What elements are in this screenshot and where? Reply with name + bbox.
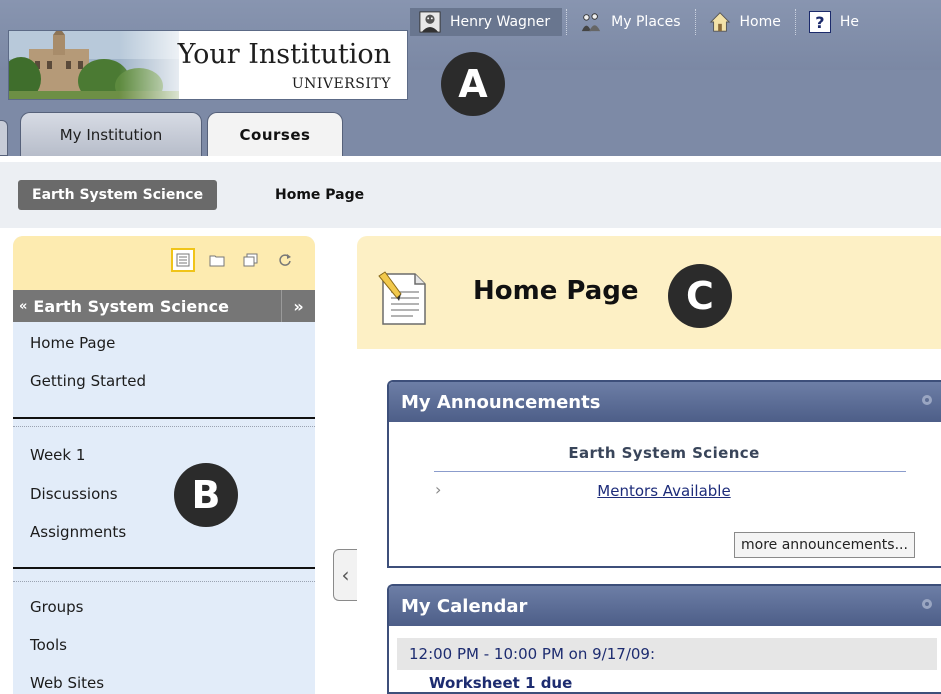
calendar-header: My Calendar — [389, 586, 941, 626]
menu-item-home-page[interactable]: Home Page — [30, 334, 115, 352]
gear-icon[interactable] — [919, 392, 935, 408]
tab-courses[interactable]: Courses — [207, 112, 343, 156]
menu-item-groups[interactable]: Groups — [30, 598, 83, 616]
menu-divider — [13, 417, 315, 419]
collapse-menu-icon[interactable]: « — [19, 299, 27, 314]
menu-item-week-1[interactable]: Week 1 — [30, 446, 85, 464]
callout-c: C — [668, 264, 732, 328]
chevron-left-icon: ‹ — [341, 563, 350, 587]
gear-icon[interactable] — [919, 596, 935, 612]
announcement-course-name: Earth System Science — [568, 444, 760, 462]
institution-name: Your Institution — [177, 39, 391, 70]
folder-view-icon[interactable] — [205, 248, 229, 272]
nav-separator — [566, 9, 568, 35]
tab-stub — [0, 120, 8, 156]
calendar-title: My Calendar — [401, 595, 528, 617]
menu-dotted-divider — [13, 581, 315, 582]
course-menu: « Earth System Science » Home Page Getti… — [13, 236, 315, 694]
page-title: Home Page — [473, 276, 639, 306]
menu-item-web-sites[interactable]: Web Sites — [30, 674, 104, 692]
institution-subtitle: UNIVERSITY — [291, 76, 391, 92]
page-header: Home Page — [357, 236, 941, 349]
home-label: Home — [739, 14, 781, 30]
document-edit-icon — [378, 271, 426, 325]
course-title: Earth System Science — [33, 296, 229, 316]
calendar-event-link[interactable]: Worksheet 1 due — [429, 674, 572, 692]
calendar-event-time: 12:00 PM - 10:00 PM on 9/17/09: — [397, 638, 937, 670]
nav-separator — [694, 9, 696, 35]
course-menu-toolbar — [13, 236, 315, 290]
breadcrumb-current-page: Home Page — [275, 187, 365, 203]
my-places-label: My Places — [611, 14, 681, 30]
divider — [434, 471, 906, 472]
announcement-link[interactable]: Mentors Available — [389, 482, 939, 500]
expand-menu-icon[interactable]: » — [281, 290, 315, 322]
announcements-title: My Announcements — [401, 391, 601, 413]
refresh-icon[interactable] — [273, 248, 297, 272]
top-navigation: Henry Wagner My Places Home ? He — [410, 6, 869, 38]
user-avatar-icon — [418, 10, 442, 34]
user-name: Henry Wagner — [450, 14, 551, 30]
menu-toggle-button[interactable]: ‹ — [333, 549, 357, 601]
callout-a: A — [441, 52, 505, 116]
my-places-icon — [579, 10, 603, 34]
window-icon[interactable] — [239, 248, 263, 272]
tab-my-institution[interactable]: My Institution — [20, 112, 202, 156]
breadcrumb: Earth System Science Home Page — [0, 156, 941, 234]
callout-b: B — [174, 463, 238, 527]
announcements-module: My Announcements Earth System Science › … — [387, 380, 941, 568]
menu-divider — [13, 567, 315, 569]
course-menu-title[interactable]: « Earth System Science » — [13, 290, 315, 322]
help-label: He — [839, 14, 859, 30]
help-link[interactable]: ? He — [800, 8, 869, 36]
home-link[interactable]: Home — [700, 8, 791, 36]
list-view-icon[interactable] — [171, 248, 195, 272]
menu-item-tools[interactable]: Tools — [30, 636, 67, 654]
home-icon — [708, 10, 732, 34]
institution-logo[interactable]: Your Institution UNIVERSITY — [8, 30, 408, 100]
menu-dotted-divider — [13, 426, 315, 427]
announcements-header: My Announcements — [389, 382, 941, 422]
calendar-module: My Calendar 12:00 PM - 10:00 PM on 9/17/… — [387, 584, 941, 694]
menu-item-discussions[interactable]: Discussions — [30, 485, 118, 503]
more-announcements-button[interactable]: more announcements... — [734, 532, 915, 558]
user-profile-link[interactable]: Henry Wagner — [410, 8, 563, 36]
menu-item-getting-started[interactable]: Getting Started — [30, 372, 146, 390]
breadcrumb-course-link[interactable]: Earth System Science — [18, 180, 218, 210]
menu-item-assignments[interactable]: Assignments — [30, 523, 126, 541]
help-icon: ? — [808, 10, 832, 34]
my-places-link[interactable]: My Places — [571, 8, 690, 36]
nav-separator — [794, 9, 796, 35]
